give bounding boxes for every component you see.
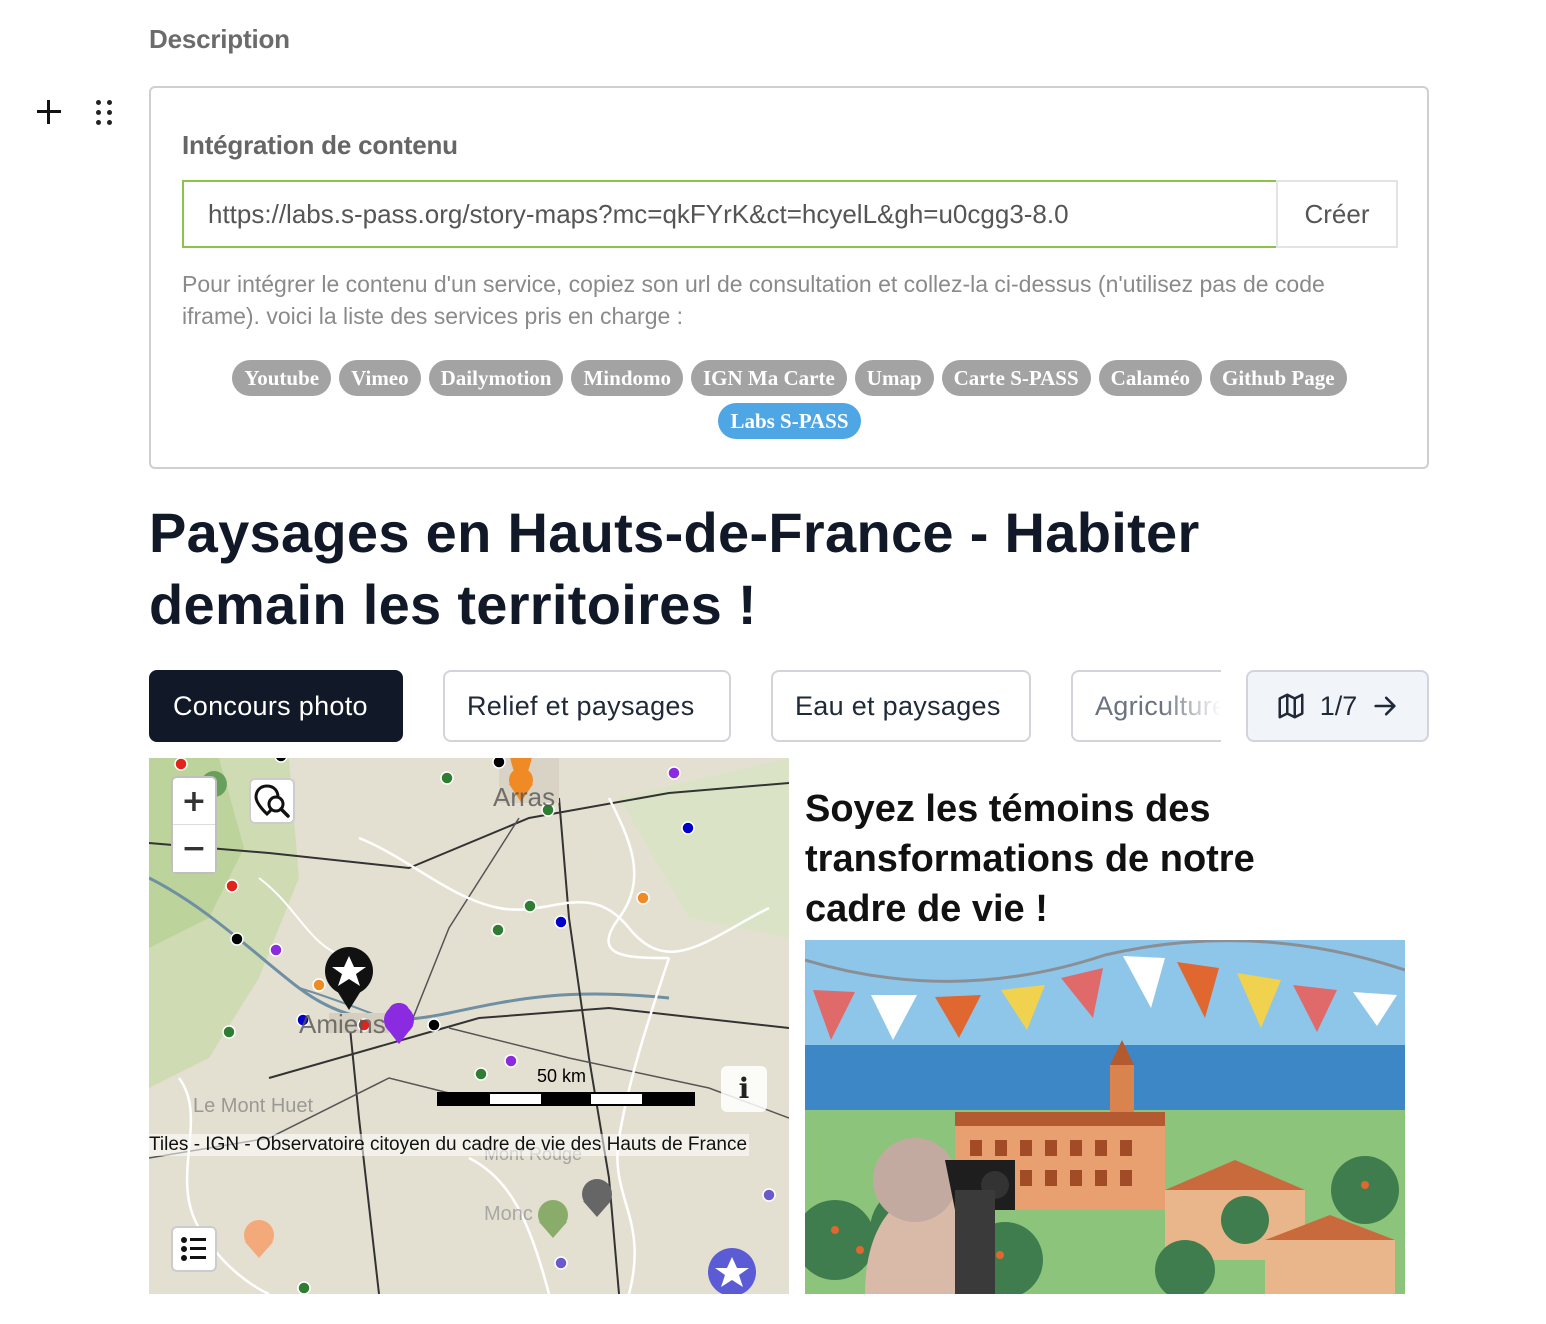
scale-label: 50 km — [537, 1066, 587, 1086]
zoom-in-button[interactable]: + — [173, 778, 215, 825]
map-attribution: Tiles - IGN - Observatoire citoyen du ca… — [149, 1134, 750, 1156]
map-icon — [1278, 693, 1304, 719]
map-search-icon[interactable] — [249, 778, 295, 824]
create-button[interactable]: Créer — [1276, 180, 1398, 248]
service-tag-youtube[interactable]: Youtube — [232, 360, 332, 396]
map-legend-icon[interactable] — [171, 1226, 217, 1272]
map-label-monc: Monc — [484, 1203, 533, 1225]
service-tag-dailymotion[interactable]: Dailymotion — [428, 360, 564, 396]
add-block-icon[interactable] — [33, 96, 65, 128]
tab-relief-et-paysages[interactable]: Relief et paysages — [443, 670, 731, 742]
section-title: Soyez les témoins des transformations de… — [805, 788, 1255, 930]
service-tag-mindomo[interactable]: Mindomo — [571, 360, 683, 396]
zoom-out-button[interactable]: − — [173, 825, 215, 872]
embed-help-text: Pour intégrer le contenu d'un service, c… — [182, 271, 1325, 329]
map-label-arras: Arras — [493, 782, 555, 812]
supported-services: Youtube Vimeo Dailymotion Mindomo IGN Ma… — [182, 360, 1397, 439]
service-tag-calameo[interactable]: Calaméo — [1098, 360, 1202, 396]
map-info-button[interactable]: i — [721, 1066, 767, 1112]
tab-agriculture[interactable]: Agriculture — [1071, 670, 1221, 742]
description-label: Description — [149, 24, 290, 54]
service-tag-umap[interactable]: Umap — [854, 360, 934, 396]
map-label-amiens: Amiens — [299, 1009, 386, 1039]
story-title: Paysages en Hauts-de-France - Habiter de… — [149, 501, 1200, 636]
embed-block: Intégration de contenu Créer Pour intégr… — [149, 86, 1429, 469]
map-markers: Arras Amiens Le Mont Huet Mont Rouge Mon… — [174, 758, 776, 1294]
service-tag-labs-s-pass[interactable]: Labs S-PASS — [718, 403, 861, 439]
story-map[interactable]: Arras Amiens Le Mont Huet Mont Rouge Mon… — [149, 758, 789, 1294]
map-zoom-control: + − — [171, 776, 217, 874]
drag-handle-icon[interactable] — [94, 98, 116, 128]
tab-concours-photo[interactable]: Concours photo — [149, 670, 403, 742]
arrow-right-icon — [1374, 696, 1396, 716]
tab-pager[interactable]: 1/7 — [1246, 670, 1429, 742]
service-tag-ign-ma-carte[interactable]: IGN Ma Carte — [691, 360, 847, 396]
service-tag-vimeo[interactable]: Vimeo — [339, 360, 421, 396]
illustration-image — [805, 940, 1405, 1294]
service-tag-github-page[interactable]: Github Page — [1209, 360, 1347, 396]
service-tag-carte-s-pass[interactable]: Carte S-PASS — [941, 360, 1091, 396]
embed-url-input[interactable] — [182, 180, 1276, 248]
pager-count: 1/7 — [1319, 690, 1358, 721]
embed-block-title: Intégration de contenu — [182, 130, 458, 160]
tab-eau-et-paysages[interactable]: Eau et paysages — [771, 670, 1031, 742]
map-label-mont-huet: Le Mont Huet — [193, 1095, 314, 1117]
